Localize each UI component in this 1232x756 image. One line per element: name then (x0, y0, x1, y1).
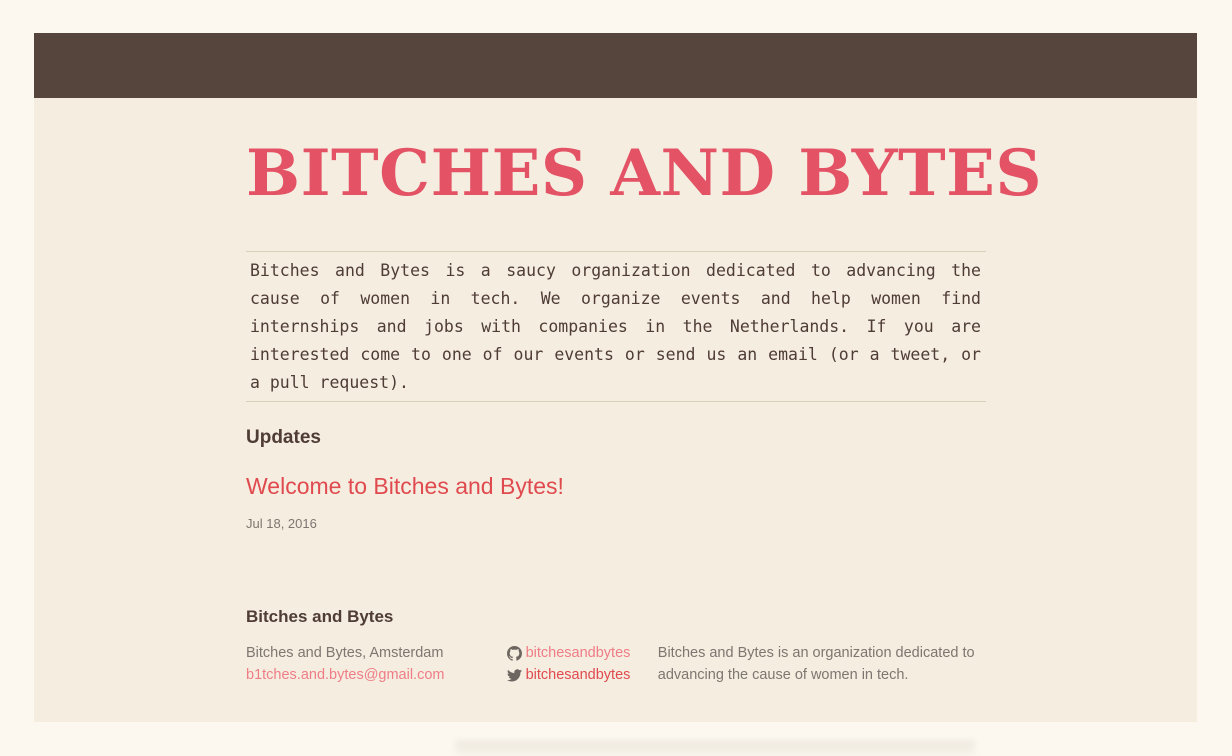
bottom-shadow (455, 740, 975, 756)
footer-location: Bitches and Bytes, Amsterdam (246, 645, 444, 661)
footer-columns: Bitches and Bytes, Amsterdam b1tches.and… (246, 642, 986, 686)
post-list: Welcome to Bitches and Bytes! Jul 18, 20… (246, 454, 986, 534)
twitter-link[interactable]: bitchesandbytes (526, 664, 631, 686)
top-bar (34, 33, 1197, 98)
footer-description: Bitches and Bytes is an organization ded… (657, 645, 975, 683)
footer-email-link[interactable]: b1tches.and.bytes@gmail.com (246, 667, 444, 683)
page-container: BITCHES AND BYTES Bitches and Bytes is a… (34, 33, 1197, 722)
github-link[interactable]: bitchesandbytes (526, 642, 631, 664)
footer-contact: Bitches and Bytes, Amsterdam b1tches.and… (246, 642, 507, 686)
twitter-row: bitchesandbytes (506, 664, 658, 686)
updates-heading: Updates (246, 427, 321, 448)
twitter-icon (506, 668, 522, 682)
post-date: Jul 18, 2016 (246, 516, 317, 531)
main-content: BITCHES AND BYTES Bitches and Bytes is a… (246, 98, 1042, 686)
github-row: bitchesandbytes (506, 642, 658, 664)
post-title-link[interactable]: Welcome to Bitches and Bytes! (246, 470, 564, 502)
github-icon (506, 645, 522, 661)
post-item: Welcome to Bitches and Bytes! Jul 18, 20… (246, 454, 986, 534)
footer-heading: Bitches and Bytes (246, 607, 394, 626)
intro-text: Bitches and Bytes is a saucy organizatio… (246, 251, 986, 402)
site-title[interactable]: BITCHES AND BYTES (246, 135, 1042, 213)
footer-social: bitchesandbytes bitchesandbytes (506, 642, 658, 686)
